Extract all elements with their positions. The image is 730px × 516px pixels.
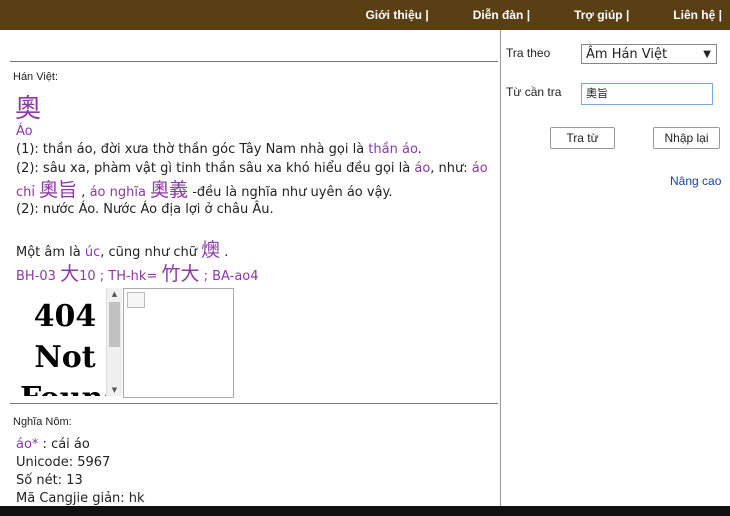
broken-image-icon: [127, 292, 145, 308]
codes-char1: 大: [60, 263, 80, 285]
dropdown-arrow-icon: ▼: [703, 49, 711, 60]
def1-end: .: [417, 142, 422, 157]
def2b-end: -đều là nghĩa như uyên áo vậy.: [188, 185, 393, 200]
headword-char: 奧: [15, 94, 42, 124]
nom-link[interactable]: áo*: [16, 437, 38, 452]
def2b-char1[interactable]: 奧旨: [39, 179, 77, 201]
lookup-by-label: Tra theo: [506, 46, 551, 60]
def2-link[interactable]: áo: [414, 161, 430, 176]
lookup-by-select[interactable]: Âm Hán Việt ▼: [581, 44, 717, 64]
alt-text: Một âm là: [16, 245, 85, 260]
nav-forum[interactable]: Diễn đàn |: [473, 8, 530, 22]
bottom-bar: [0, 506, 730, 516]
scroll-up-icon[interactable]: ▲: [107, 288, 122, 300]
alt-char[interactable]: 燠: [201, 239, 220, 261]
definition-2-cont: chỉ 奧旨 , áo nghĩa 奧義 -đều là nghĩa như u…: [16, 175, 393, 202]
nom-cangjie: Mã Cangjie giản: hk: [16, 491, 145, 506]
top-nav: Giới thiệu | Diễn đàn | Trợ giúp | Liên …: [321, 0, 722, 30]
nom-strokes: Số nét: 13: [16, 473, 83, 488]
search-panel: Tra theo Âm Hán Việt ▼ Từ cần tra 奧旨 Tra…: [501, 30, 730, 506]
alt-mid: , cũng như chữ: [100, 245, 202, 260]
def2b-link2[interactable]: áo nghĩa: [90, 185, 146, 200]
alt-link[interactable]: úc: [85, 245, 100, 260]
codes-2: 10 ; TH-hk=: [79, 269, 162, 284]
definition-3: (2): nước Áo. Nước Áo địa lợi ở châu Âu.: [16, 202, 274, 217]
broken-image: [123, 288, 234, 398]
def1-link[interactable]: thần áo: [368, 142, 417, 157]
frame-scrollbar[interactable]: ▲ ▼: [106, 288, 122, 396]
advanced-link[interactable]: Nâng cao: [670, 174, 721, 188]
divider-top: [10, 61, 498, 62]
nom-meaning-text: : cái áo: [38, 437, 90, 452]
def2-text: (2): sâu xa, phàm vật gì tinh thần sâu x…: [16, 161, 415, 176]
result-panel: Hán Việt: 奧 Áo (1): thần áo, đời xưa thờ…: [0, 30, 500, 506]
codes-3: ; BA-ao4: [199, 269, 259, 284]
nom-meaning: áo* : cái áo: [16, 437, 90, 452]
nom-label: Nghĩa Nôm:: [13, 416, 72, 428]
scroll-down-icon[interactable]: ▼: [107, 384, 122, 396]
reading-link[interactable]: Áo: [16, 124, 33, 139]
term-label: Từ cần tra: [506, 85, 562, 99]
definition-2: (2): sâu xa, phàm vật gì tinh thần sâu x…: [16, 161, 488, 176]
stroke-order-frame: 404 Not Found: [20, 288, 120, 396]
lookup-by-value: Âm Hán Việt: [586, 47, 668, 62]
def2b-char2[interactable]: 奧義: [150, 179, 188, 201]
nav-about[interactable]: Giới thiệu |: [365, 8, 428, 22]
def2b-sep: ,: [77, 185, 90, 200]
not-found-text: 404 Not Found: [20, 299, 120, 396]
def2b-link[interactable]: chỉ: [16, 185, 35, 200]
divider-nom: [10, 403, 498, 404]
alt-end: .: [220, 245, 229, 260]
reset-button[interactable]: Nhập lại: [653, 127, 720, 149]
codes-char2: 竹大: [161, 263, 200, 285]
codes-line: BH-03 大10 ; TH-hk= 竹大 ; BA-ao4: [16, 259, 259, 286]
top-bar: Giới thiệu | Diễn đàn | Trợ giúp | Liên …: [0, 0, 730, 30]
term-input[interactable]: 奧旨: [581, 83, 713, 105]
def1-text: (1): thần áo, đời xưa thờ thần góc Tây N…: [16, 142, 369, 157]
search-button[interactable]: Tra từ: [550, 127, 615, 149]
han-viet-label: Hán Việt:: [13, 71, 59, 83]
def2-mid: , như:: [430, 161, 472, 176]
codes-1: BH-03: [16, 269, 61, 284]
def2-link2[interactable]: áo: [472, 161, 488, 176]
nav-help[interactable]: Trợ giúp |: [574, 8, 629, 22]
nav-contact[interactable]: Liên hệ |: [673, 8, 722, 22]
nom-unicode: Unicode: 5967: [16, 455, 111, 470]
alt-reading: Một âm là úc, cũng như chữ 燠 .: [16, 235, 228, 262]
definition-1: (1): thần áo, đời xưa thờ thần góc Tây N…: [16, 142, 422, 157]
scroll-thumb[interactable]: [109, 302, 120, 347]
